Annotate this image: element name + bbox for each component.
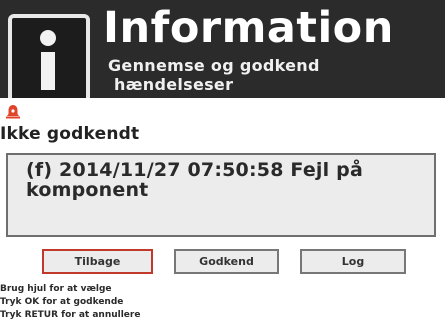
help-text: Brug hjul for at vælge Tryk OK for at go… (0, 283, 140, 322)
help-line: Tryk RETUR for at annullere (0, 310, 141, 320)
help-line: Tryk OK for at godkende (0, 297, 124, 307)
page-subtitle-line1: Gennemse og godkend (108, 56, 320, 75)
log-button[interactable]: Log (300, 249, 406, 274)
header-bar: Information Gennemse og godkend hændelse… (0, 0, 445, 98)
info-icon-dot (40, 30, 56, 46)
info-icon (8, 14, 90, 98)
page-subtitle: Gennemse og godkend hændelseser (108, 56, 358, 94)
info-icon-bar (41, 52, 55, 90)
event-box: (f) 2014/11/27 07:50:58 Fejl på komponen… (6, 153, 436, 237)
back-button[interactable]: Tilbage (42, 249, 153, 274)
page-subtitle-line2: hændelseser (114, 75, 234, 94)
help-line: Brug hjul for at vælge (0, 284, 112, 294)
status-label: Ikke godkendt (0, 124, 140, 144)
event-text: (f) 2014/11/27 07:50:58 Fejl på komponen… (26, 159, 363, 201)
page-title: Information (103, 3, 394, 53)
alarm-bell-icon (6, 105, 20, 119)
approve-button[interactable]: Godkend (174, 249, 279, 274)
